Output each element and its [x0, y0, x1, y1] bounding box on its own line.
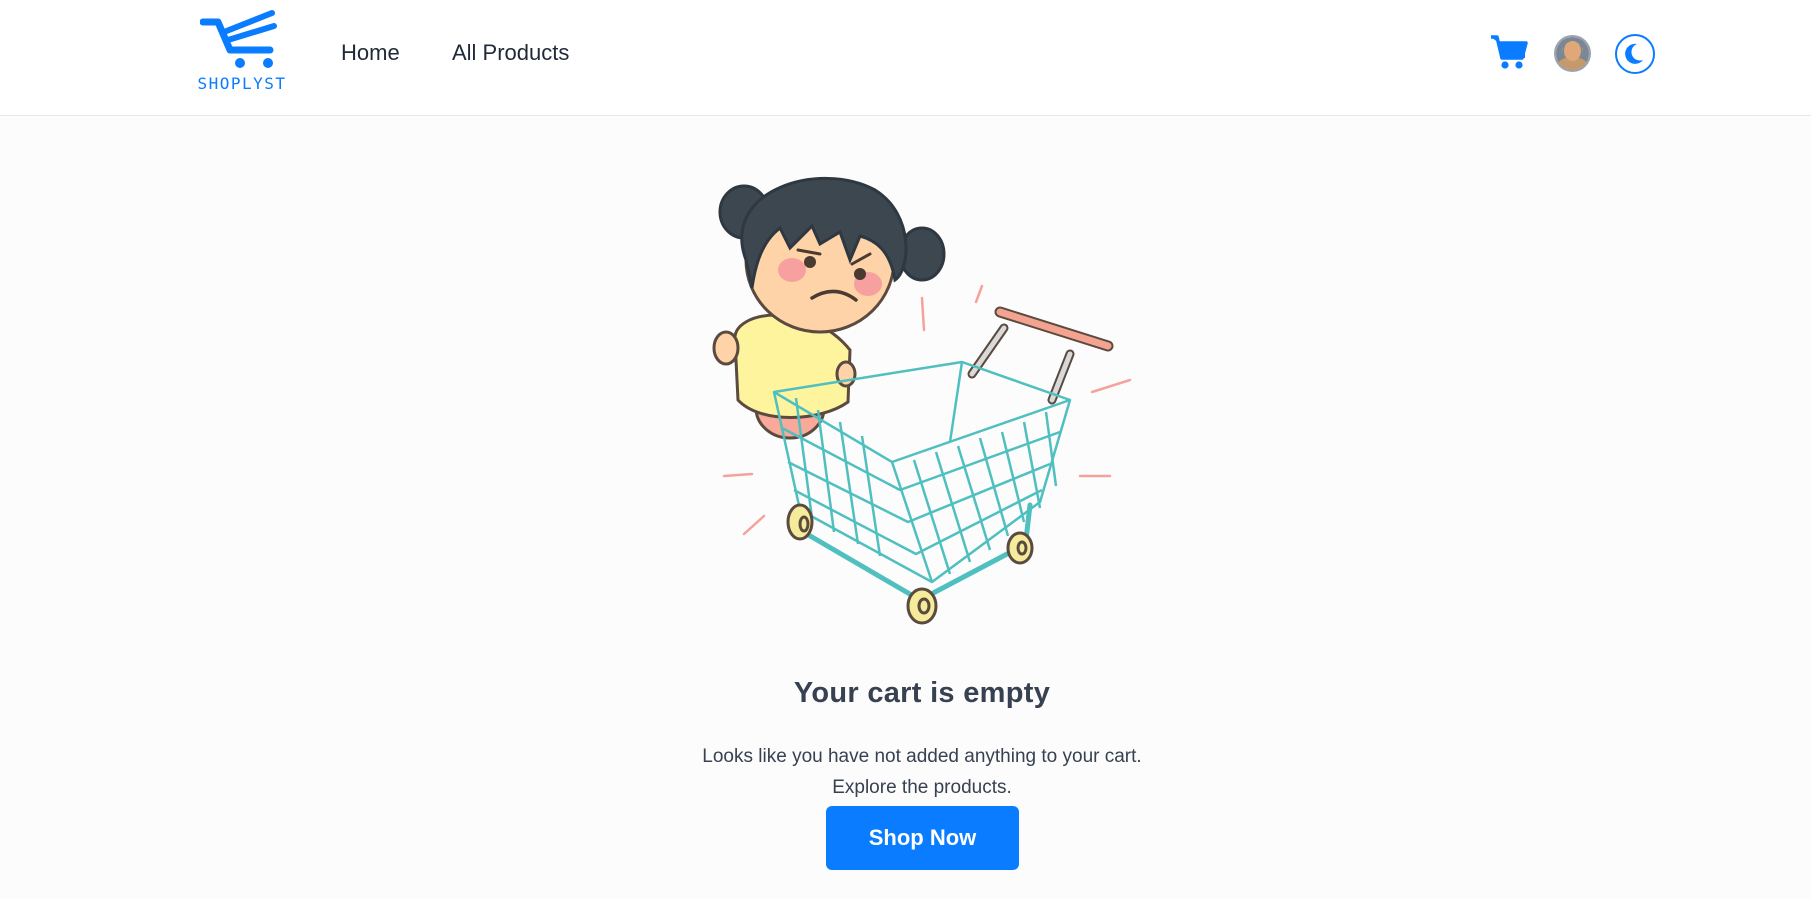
empty-cart-illustration	[712, 176, 1132, 625]
empty-cart-description-line-1: Looks like you have not added anything t…	[702, 746, 1142, 767]
user-avatar[interactable]	[1554, 35, 1591, 72]
logo-text: SHOPLYST	[197, 74, 287, 93]
nav-home[interactable]: Home	[341, 40, 400, 66]
theme-toggle-button[interactable]	[1615, 34, 1655, 74]
empty-cart-description: Looks like you have not added anything t…	[0, 741, 1811, 803]
moon-icon	[1625, 43, 1643, 64]
empty-cart-title: Your cart is empty	[793, 677, 1051, 710]
shopping-cart-logo-icon	[200, 10, 277, 68]
avatar-image	[1556, 37, 1589, 70]
brand-logo[interactable]: SHOPLYST	[190, 10, 294, 98]
empty-cart-description-line-2: Explore the products.	[832, 777, 1012, 798]
cart-icon	[1491, 35, 1528, 69]
cart-button[interactable]	[1490, 34, 1528, 70]
navbar: SHOPLYST Home All Products	[0, 0, 1811, 116]
nav-all-products[interactable]: All Products	[452, 40, 569, 66]
shop-now-button[interactable]: Shop Now	[826, 806, 1019, 870]
